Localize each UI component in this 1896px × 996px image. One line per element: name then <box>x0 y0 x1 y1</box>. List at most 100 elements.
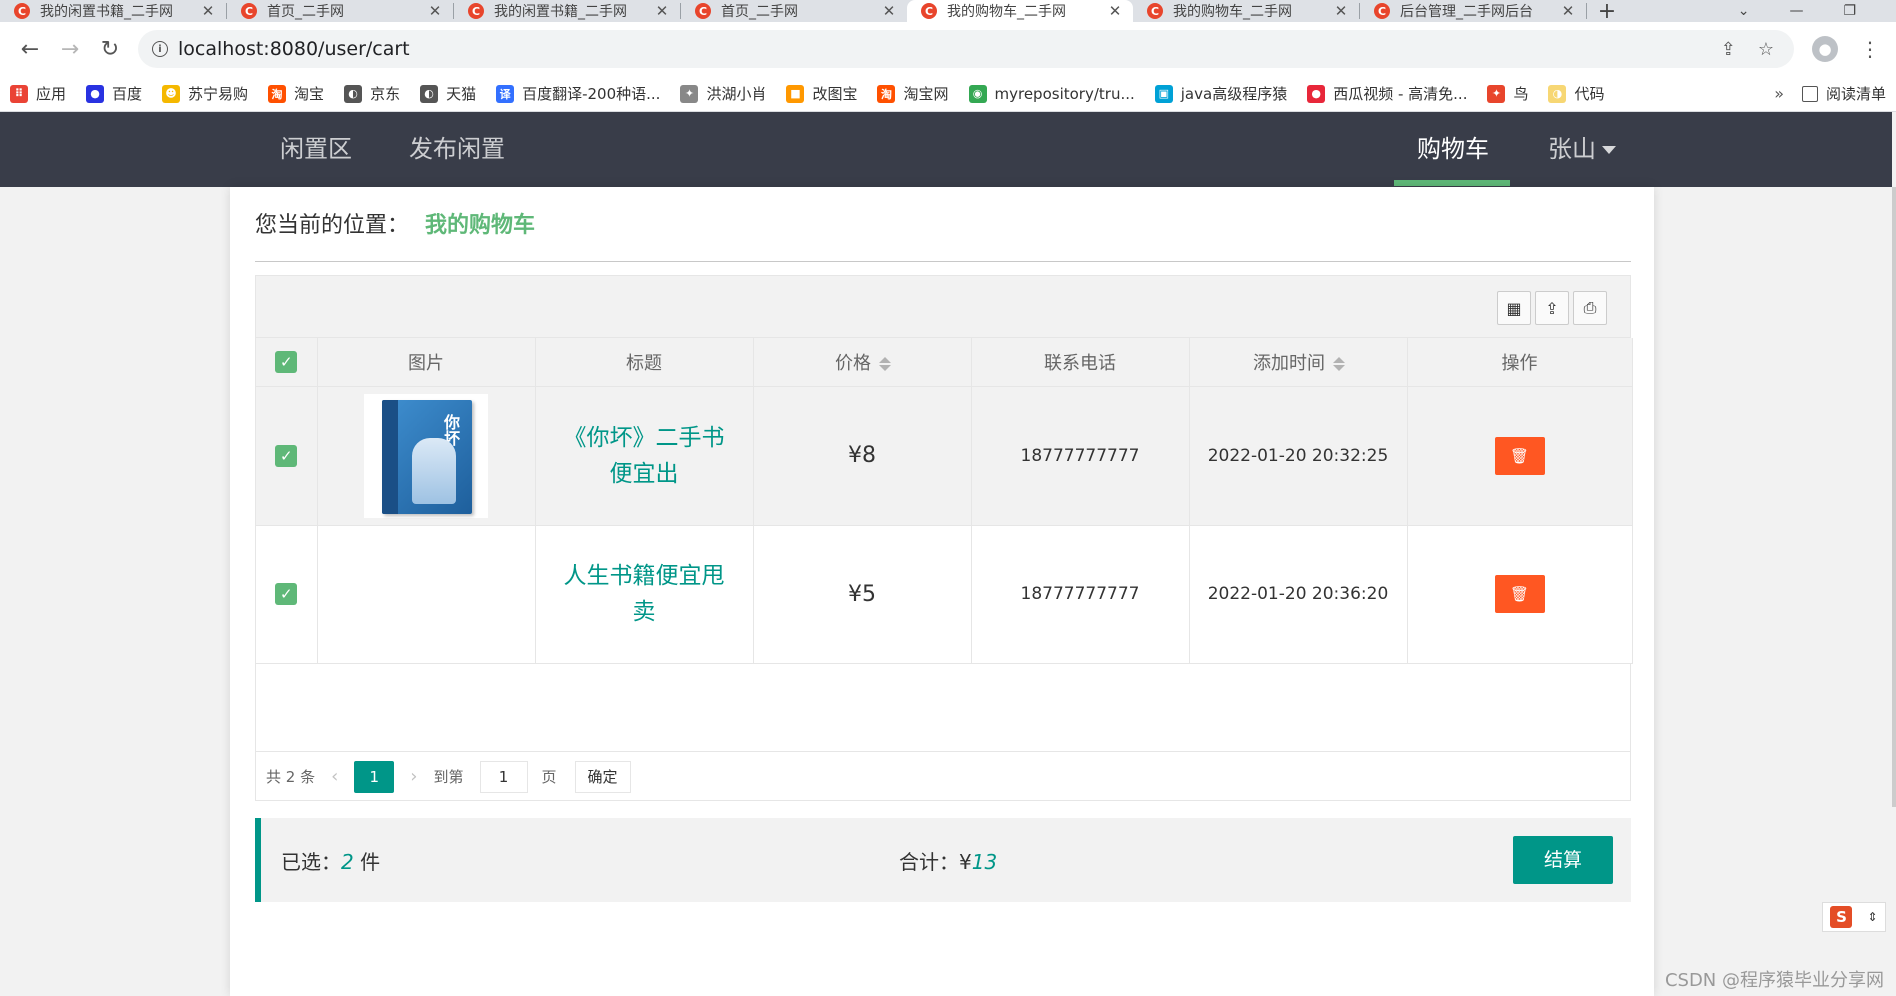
address-bar[interactable]: i localhost:8080/user/cart ⇪ ☆ <box>138 30 1794 68</box>
nav-item-user[interactable]: 张山 <box>1548 112 1616 187</box>
column-header-label: 添加时间 <box>1253 352 1325 374</box>
print-icon: ⎙ <box>1583 298 1597 317</box>
phone-cell: 18777777777 <box>971 386 1190 526</box>
page-current[interactable]: 1 <box>354 760 395 793</box>
bookmarks-overflow-button[interactable]: » <box>1774 84 1784 103</box>
page-scrollbar[interactable] <box>1892 187 1896 807</box>
reading-list-icon <box>1801 85 1818 102</box>
xigua-icon: ● <box>1307 84 1326 103</box>
column-header-time[interactable]: 添加时间 <box>1189 338 1408 387</box>
close-icon[interactable]: ✕ <box>654 2 670 20</box>
delete-button[interactable]: 🗑 <box>1494 575 1545 613</box>
column-filter-button[interactable]: ▦ <box>1497 291 1531 325</box>
sort-icon[interactable] <box>879 355 891 373</box>
bookmark-item[interactable]: ⠿ 应用 <box>10 83 66 104</box>
item-title-link[interactable]: 《你坏》二手书 便宜出 <box>536 420 753 492</box>
bookmark-item[interactable]: ✦ 鸟 <box>1487 83 1528 104</box>
bookmark-item[interactable]: ▣ java高级程序猿 <box>1154 83 1287 104</box>
more-vert-icon[interactable]: ⋮ <box>1860 37 1880 61</box>
chrome-icon: ◉ <box>968 84 987 103</box>
profile-avatar-icon[interactable]: ● <box>1812 36 1838 62</box>
bookmark-item[interactable]: ■ 改图宝 <box>786 83 857 104</box>
reading-list-label: 阅读清单 <box>1825 85 1886 103</box>
url-text[interactable]: localhost:8080/user/cart <box>178 38 1721 60</box>
info-icon[interactable]: i <box>152 41 168 57</box>
checkbox-checked-icon[interactable]: ✓ <box>275 583 298 605</box>
action-cell: 🗑 <box>1407 386 1633 526</box>
export-button[interactable]: ⇪ <box>1535 291 1569 325</box>
close-icon[interactable]: ✕ <box>881 2 897 20</box>
close-icon[interactable]: ✕ <box>427 2 443 20</box>
bookmark-item[interactable]: 译百度翻译-200种语... <box>496 83 660 104</box>
total-value: 13 <box>971 849 998 874</box>
goto-page-input[interactable] <box>479 760 528 793</box>
bookmark-item[interactable]: ◑ 代码 <box>1548 83 1605 104</box>
site-favicon-icon: C <box>695 3 711 19</box>
bookmark-item[interactable]: ◐ 天猫 <box>420 83 476 104</box>
sort-icon[interactable] <box>1333 355 1345 373</box>
close-icon[interactable]: ✕ <box>1560 2 1576 20</box>
column-header-price[interactable]: 价格 <box>753 338 972 387</box>
nav-item-publish[interactable]: 发布闲置 <box>409 112 505 187</box>
star-icon[interactable]: ☆ <box>1758 39 1774 60</box>
image-cell <box>317 525 536 664</box>
back-button[interactable]: ← <box>10 29 50 69</box>
bookmark-item[interactable]: ◉ myrepository/tru... <box>968 84 1135 103</box>
goto-confirm-button[interactable]: 确定 <box>574 760 631 793</box>
bookmark-item[interactable]: 淘淘宝 <box>268 83 324 104</box>
site-favicon-icon: C <box>14 3 30 19</box>
delete-button[interactable]: 🗑 <box>1494 436 1545 475</box>
nav-item-idle-zone[interactable]: 闲置区 <box>280 112 352 187</box>
reload-button[interactable]: ↻ <box>90 29 130 69</box>
minimize-icon[interactable]: — <box>1789 3 1803 19</box>
checkout-button[interactable]: 结算 <box>1513 836 1613 884</box>
header-select-all[interactable]: ✓ <box>256 338 318 387</box>
selected-number: 2 <box>341 849 354 874</box>
browser-tab[interactable]: C 我的闲置书籍_二手网 ✕ <box>0 0 226 22</box>
goto-label: 到第 <box>433 768 464 786</box>
forward-button[interactable]: → <box>50 29 90 69</box>
extension-widget[interactable]: S ⇕ <box>1822 902 1886 932</box>
bookmark-item[interactable]: 淘淘宝网 <box>877 83 949 104</box>
share-icon[interactable]: ⇪ <box>1721 39 1736 60</box>
browser-tab[interactable]: C 我的购物车_二手网 ✕ <box>1133 0 1359 22</box>
row-select-cell[interactable]: ✓ <box>256 386 318 526</box>
chevron-updown-icon[interactable]: ⇕ <box>1867 910 1877 924</box>
bookmark-label: 百度 <box>112 85 143 103</box>
close-icon[interactable]: ✕ <box>200 2 216 20</box>
bookmark-item[interactable]: ☻ 苏宁易购 <box>162 83 248 104</box>
prev-page-icon[interactable]: ‹ <box>331 766 338 787</box>
bookmark-item[interactable]: ● 西瓜视频 - 高清免... <box>1307 83 1467 104</box>
bookmarks-bar: ⠿ 应用 ● 百度 ☻ 苏宁易购淘淘宝 ◐ 京东 ◐ 天猫译百度翻译-200种语... ✦ 洪湖小肖 ■… <box>0 76 1896 112</box>
browser-tab[interactable]: C 首页_二手网 ✕ <box>227 0 453 22</box>
book-spine <box>382 399 398 514</box>
bookmark-item[interactable]: ◐ 京东 <box>344 83 400 104</box>
checkbox-checked-icon[interactable]: ✓ <box>275 350 298 373</box>
maximize-icon[interactable]: ❐ <box>1843 3 1856 19</box>
apps-grid-icon: ⠿ <box>10 84 28 103</box>
browser-tab[interactable]: C 我的闲置书籍_二手网 ✕ <box>454 0 680 22</box>
arrow-right-icon: → <box>60 36 80 62</box>
new-tab-button[interactable]: + <box>1587 0 1627 22</box>
item-title-link[interactable]: 人生书籍便宜甩 卖 <box>536 558 753 630</box>
bookmark-item[interactable]: ✦ 洪湖小肖 <box>680 83 766 104</box>
checkbox-checked-icon[interactable]: ✓ <box>275 444 298 467</box>
print-button[interactable]: ⎙ <box>1573 291 1607 325</box>
bookmark-item[interactable]: ● 百度 <box>86 83 142 104</box>
selected-unit: 件 <box>353 849 381 874</box>
reading-list-button[interactable]: 阅读清单 <box>1801 83 1886 104</box>
taobao-icon: 淘 <box>268 84 287 103</box>
tab-search-icon[interactable]: ⌄ <box>1738 3 1750 19</box>
title-cell: 《你坏》二手书 便宜出 <box>535 386 754 526</box>
close-icon[interactable]: ✕ <box>1333 2 1349 20</box>
close-icon[interactable]: ✕ <box>1107 2 1123 20</box>
bookmark-label: 淘宝网 <box>903 85 949 103</box>
next-page-icon[interactable]: › <box>410 766 417 787</box>
browser-tab[interactable]: C 后台管理_二手网后台 ✕ <box>1360 0 1586 22</box>
browser-tab-active[interactable]: C 我的购物车_二手网 ✕ <box>907 0 1133 22</box>
row-select-cell[interactable]: ✓ <box>256 525 318 664</box>
cover-art <box>412 437 456 504</box>
browser-tab[interactable]: C 首页_二手网 ✕ <box>681 0 907 22</box>
nav-item-cart[interactable]: 购物车 <box>1417 112 1489 187</box>
tab-title: 我的闲置书籍_二手网 <box>40 4 173 20</box>
